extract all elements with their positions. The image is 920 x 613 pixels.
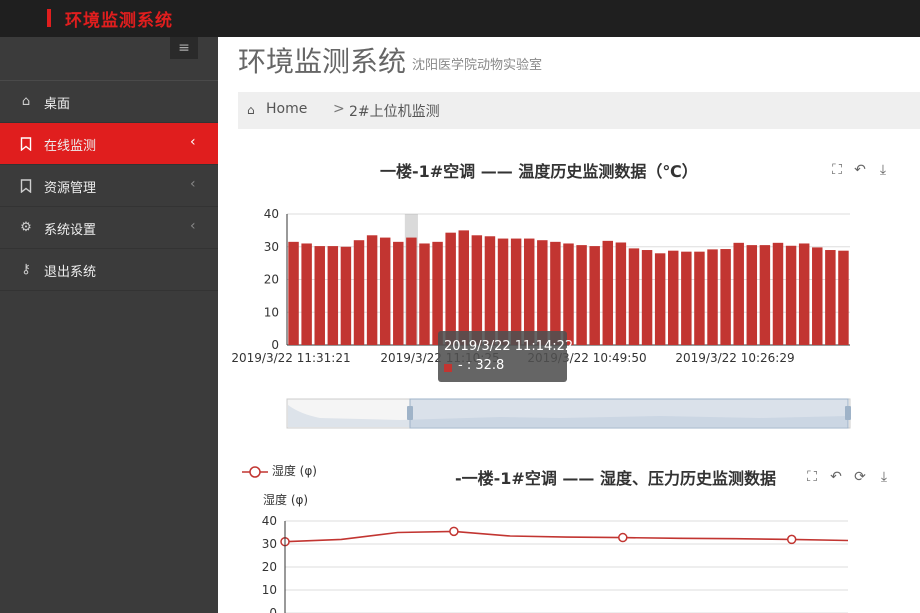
- legend-line-marker-icon: [242, 465, 268, 478]
- zoom-handle-right[interactable]: [845, 406, 851, 420]
- data-zoom-slider[interactable]: [0, 0, 920, 613]
- zoom-reset-icon[interactable]: ↶: [828, 469, 844, 485]
- chart-tooltip: 2019/3/22 11:14:22 - : 32.8: [438, 331, 573, 382]
- humidity-legend[interactable]: 湿度 (φ): [242, 462, 317, 479]
- download-icon[interactable]: ⤓: [876, 469, 892, 485]
- humidity-chart-title: -一楼-1#空调 —— 湿度、压力历史监测数据: [455, 469, 776, 488]
- zoom-icon[interactable]: ⛶: [804, 469, 820, 485]
- tooltip-time: 2019/3/22 11:14:22: [444, 339, 574, 354]
- tooltip-value: - : 32.8: [458, 358, 505, 373]
- humidity-y-axis-label: 湿度 (φ): [263, 493, 309, 507]
- refresh-icon[interactable]: ⟳: [852, 469, 868, 485]
- zoom-handle-left[interactable]: [407, 406, 413, 420]
- legend-label: 湿度 (φ): [271, 464, 317, 478]
- tooltip-series-marker: [444, 364, 452, 372]
- zoom-selection[interactable]: [409, 398, 849, 429]
